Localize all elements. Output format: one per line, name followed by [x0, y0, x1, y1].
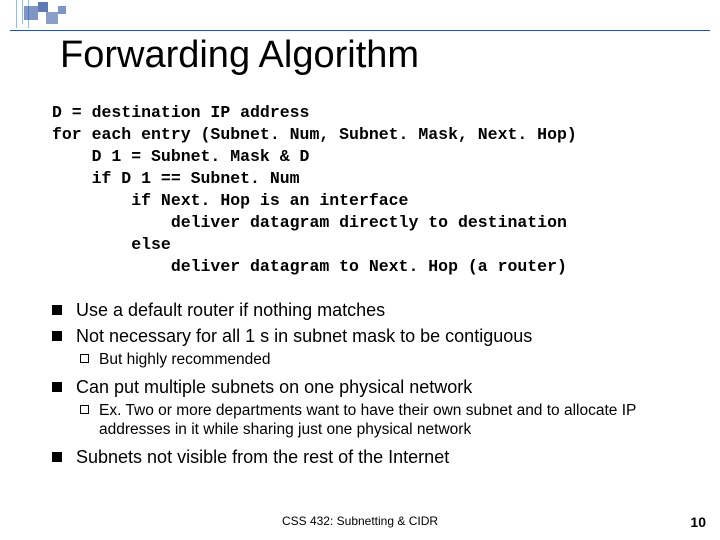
- sub-list-item-text: Ex. Two or more departments want to have…: [99, 401, 682, 439]
- square-bullet-icon: [52, 382, 62, 392]
- list-item: Not necessary for all 1 s in subnet mask…: [52, 324, 682, 348]
- algorithm-code-block: D = destination IP address for each entr…: [52, 102, 672, 278]
- square-bullet-icon: [52, 305, 62, 315]
- slide-footer: CSS 432: Subnetting & CIDR: [0, 514, 720, 528]
- sub-list-item: But highly recommended: [80, 350, 682, 369]
- list-item: Use a default router if nothing matches: [52, 298, 682, 322]
- slide-corner-decoration: [0, 0, 720, 36]
- square-bullet-icon: [52, 452, 62, 462]
- list-item-text: Use a default router if nothing matches: [76, 298, 385, 322]
- slide-title: Forwarding Algorithm: [60, 34, 419, 77]
- list-item: Subnets not visible from the rest of the…: [52, 445, 682, 469]
- list-item-text: Not necessary for all 1 s in subnet mask…: [76, 324, 532, 348]
- list-item: Can put multiple subnets on one physical…: [52, 375, 682, 399]
- sub-list-item: Ex. Two or more departments want to have…: [80, 401, 682, 439]
- sub-list-item-text: But highly recommended: [99, 350, 270, 369]
- page-number: 10: [690, 514, 706, 530]
- hollow-square-bullet-icon: [80, 354, 89, 363]
- bullet-list: Use a default router if nothing matches …: [52, 298, 682, 471]
- list-item-text: Subnets not visible from the rest of the…: [76, 445, 449, 469]
- square-bullet-icon: [52, 331, 62, 341]
- hollow-square-bullet-icon: [80, 405, 89, 414]
- list-item-text: Can put multiple subnets on one physical…: [76, 375, 472, 399]
